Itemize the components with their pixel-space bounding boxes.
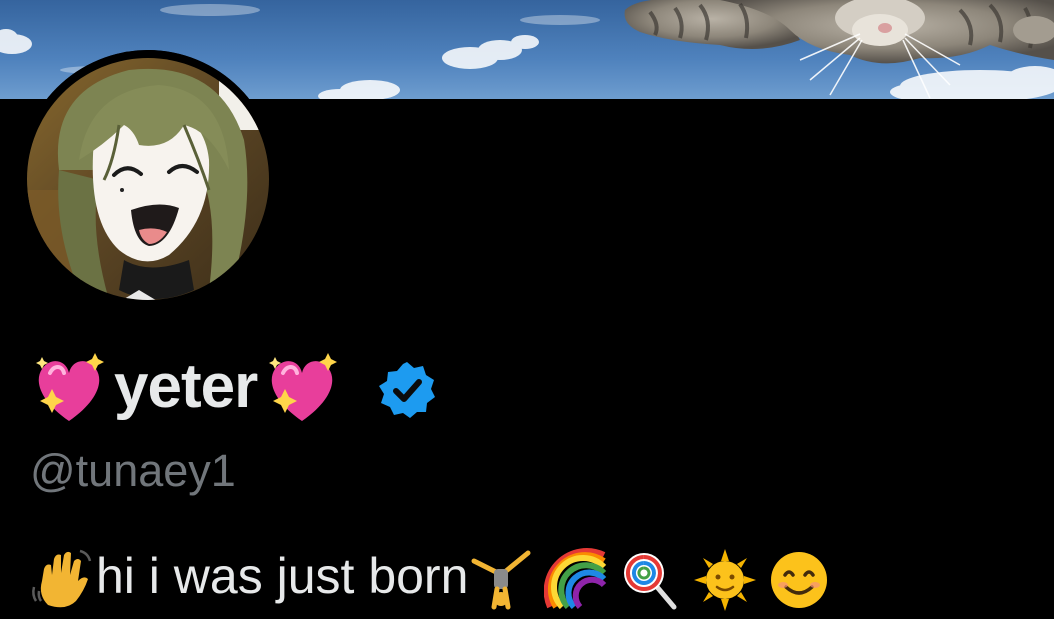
rainbow-icon [544,548,607,610]
display-name-row: yeter [30,345,437,435]
profile-avatar[interactable] [19,50,277,308]
avatar-image [19,50,277,308]
smiling-face-icon [771,552,828,608]
sun-with-face-icon [694,549,757,611]
lollipop-icon [624,553,677,610]
bio-text: hi i was just born [96,548,469,604]
person-cartwheeling-icon [471,550,531,610]
profile-handle: @tunaey1 [30,445,236,496]
profile-page: yeter @tunaey1 hi i was just born [0,0,1054,619]
display-name: yeter [114,352,258,421]
profile-bio: hi i was just born [30,545,832,615]
sparkling-heart-icon [263,351,341,429]
verified-badge-icon[interactable] [377,360,437,420]
sparkling-heart-icon [30,351,108,429]
waving-hand-icon [32,549,92,608]
